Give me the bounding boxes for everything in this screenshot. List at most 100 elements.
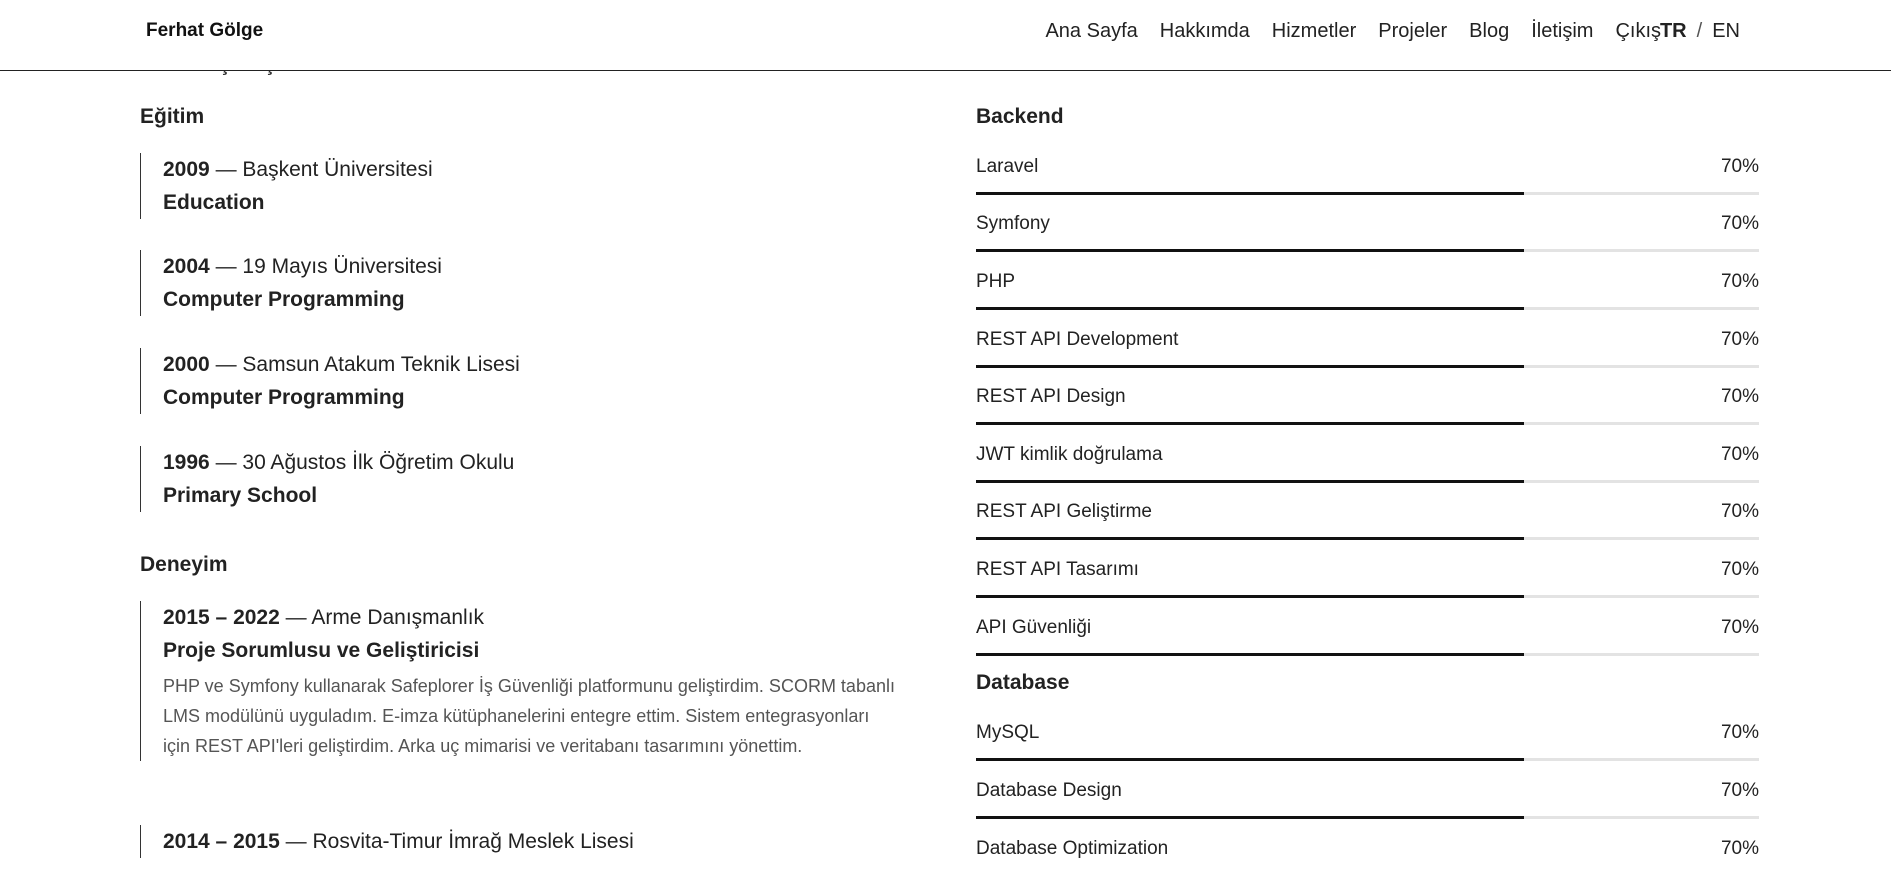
nav-link-services[interactable]: Hizmetler: [1272, 20, 1356, 43]
skill-category-database: Database: [976, 671, 1070, 694]
skill-bar-track: [976, 307, 1759, 310]
skill-item: API Güvenliği 70%: [976, 617, 1759, 675]
skill-name: REST API Design: [976, 386, 1126, 407]
skill-bar-track: [976, 365, 1759, 368]
skill-name: API Güvenliği: [976, 617, 1092, 638]
education-field: Computer Programming: [163, 386, 405, 409]
skill-percent: 70%: [1720, 271, 1759, 292]
skill-bar-fill: [976, 480, 1525, 483]
education-item: 1996 — 30 Ağustos İlk Öğretim Okulu Prim…: [140, 446, 913, 512]
skill-bar-fill: [976, 653, 1525, 656]
skill-percent: 70%: [1720, 838, 1759, 859]
skill-bar-track: [976, 595, 1759, 598]
site-header: Ferhat Gölge Ana Sayfa Hakkımda Hizmetle…: [0, 0, 1891, 71]
experience-company: — Arme Danışmanlık: [285, 606, 485, 629]
education-school: — Samsun Atakum Teknik Lisesi: [215, 353, 520, 376]
experience-years: 2014 – 2015: [163, 830, 280, 853]
skill-percent: 70%: [1720, 780, 1759, 801]
lang-separator: /: [1696, 20, 1703, 42]
skill-bar-fill: [976, 758, 1525, 761]
education-year: 1996: [163, 451, 210, 474]
skill-percent: 70%: [1720, 559, 1759, 580]
skill-bar-fill: [976, 307, 1525, 310]
skill-name: JWT kimlik doğrulama: [976, 444, 1163, 465]
skill-bar-fill: [976, 537, 1525, 540]
nav-link-about[interactable]: Hakkımda: [1160, 20, 1250, 43]
skill-bar-track: [976, 249, 1759, 252]
skill-name: MySQL: [976, 722, 1040, 743]
skill-bar-fill: [976, 816, 1525, 819]
skill-item: Database Design 70%: [976, 780, 1759, 838]
education-school: — 19 Mayıs Üniversitesi: [215, 255, 442, 278]
experience-item: 2015 – 2022 — Arme Danışmanlık Proje Sor…: [140, 601, 913, 761]
experience-item: 2014 – 2015 — Rosvita-Timur İmrağ Meslek…: [140, 825, 913, 858]
experience-role: Proje Sorumlusu ve Geliştiricisi: [163, 639, 480, 662]
main-nav: Ana Sayfa Hakkımda Hizmetler Projeler Bl…: [1045, 20, 1661, 43]
brand-logo-text[interactable]: Ferhat Gölge: [146, 20, 263, 42]
education-field: Computer Programming: [163, 288, 405, 311]
education-field: Primary School: [163, 484, 318, 507]
skill-name: Database Design: [976, 780, 1122, 801]
experience-title: Deneyim: [140, 553, 228, 576]
experience-description: PHP ve Symfony kullanarak Safeplorer İş …: [163, 676, 895, 756]
skill-bar-track: [976, 816, 1759, 819]
skill-name: PHP: [976, 271, 1016, 292]
experience-years: 2015 – 2022: [163, 606, 280, 629]
nav-link-contact[interactable]: İletişim: [1531, 20, 1593, 43]
skill-percent: 70%: [1720, 156, 1759, 177]
skill-item: Database Optimization 70%: [976, 838, 1759, 896]
skill-bar-track: [976, 653, 1759, 656]
nav-link-logout[interactable]: Çıkış: [1615, 20, 1661, 43]
skill-item: REST API Tasarımı 70%: [976, 559, 1759, 617]
skill-bar-fill: [976, 365, 1525, 368]
skill-bar-track: [976, 192, 1759, 195]
education-item: 2004 — 19 Mayıs Üniversitesi Computer Pr…: [140, 250, 913, 316]
nav-link-blog[interactable]: Blog: [1469, 20, 1509, 43]
skill-item: JWT kimlik doğrulama 70%: [976, 444, 1759, 502]
experience-company: — Rosvita-Timur İmrağ Meslek Lisesi: [285, 830, 634, 853]
skill-item: Laravel 70%: [976, 156, 1759, 214]
skill-bar-fill: [976, 249, 1525, 252]
skill-bar-fill: [976, 422, 1525, 425]
education-year: 2004: [163, 255, 210, 278]
language-switcher: TR / EN: [1660, 20, 1740, 43]
education-year: 2009: [163, 158, 210, 181]
skill-percent: 70%: [1720, 501, 1759, 522]
education-school: — Başkent Üniversitesi: [215, 158, 433, 181]
skill-item: MySQL 70%: [976, 722, 1759, 780]
skill-name: REST API Development: [976, 329, 1179, 350]
nav-link-home[interactable]: Ana Sayfa: [1045, 20, 1137, 43]
lang-en[interactable]: EN: [1712, 20, 1740, 43]
skill-bar-track: [976, 758, 1759, 761]
nav-link-projects[interactable]: Projeler: [1378, 20, 1447, 43]
skill-item: REST API Development 70%: [976, 329, 1759, 387]
education-item: 2000 — Samsun Atakum Teknik Lisesi Compu…: [140, 348, 913, 414]
education-school: — 30 Ağustos İlk Öğretim Okulu: [215, 451, 515, 474]
skill-name: Symfony: [976, 213, 1050, 234]
skill-percent: 70%: [1720, 329, 1759, 350]
skill-item: REST API Design 70%: [976, 386, 1759, 444]
education-item: 2009 — Başkent Üniversitesi Education: [140, 153, 913, 219]
skill-item: REST API Geliştirme 70%: [976, 501, 1759, 559]
skill-percent: 70%: [1720, 617, 1759, 638]
skill-name: REST API Geliştirme: [976, 501, 1152, 522]
skill-bar-track: [976, 422, 1759, 425]
skill-percent: 70%: [1720, 444, 1759, 465]
skill-category-backend: Backend: [976, 105, 1064, 128]
skill-item: Symfony 70%: [976, 213, 1759, 271]
skill-item: PHP 70%: [976, 271, 1759, 329]
education-year: 2000: [163, 353, 210, 376]
lang-tr[interactable]: TR: [1660, 20, 1687, 43]
skill-name: Database Optimization: [976, 838, 1169, 859]
skill-name: REST API Tasarımı: [976, 559, 1139, 580]
skill-percent: 70%: [1720, 386, 1759, 407]
skill-bar-track: [976, 537, 1759, 540]
education-title: Eğitim: [140, 105, 205, 128]
skill-bar-track: [976, 480, 1759, 483]
skill-percent: 70%: [1720, 722, 1759, 743]
skill-percent: 70%: [1720, 213, 1759, 234]
skill-bar-fill: [976, 595, 1525, 598]
skill-bar-fill: [976, 192, 1525, 195]
education-field: Education: [163, 191, 265, 214]
skill-name: Laravel: [976, 156, 1039, 177]
